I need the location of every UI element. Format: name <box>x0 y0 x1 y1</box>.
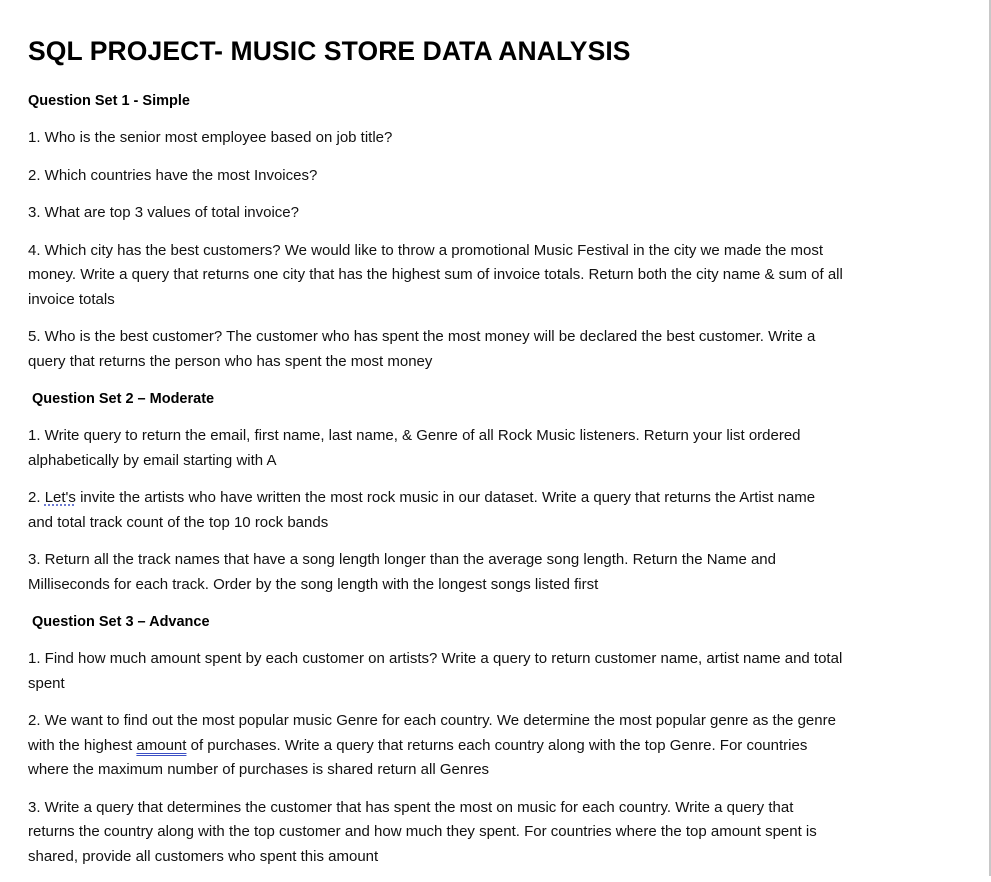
line: 3. Write a query that determines the cus… <box>28 798 794 816</box>
line: 3. What are top 3 values of total invoic… <box>28 204 299 221</box>
line: 1. Write query to return the email, firs… <box>28 427 801 444</box>
set1-question-5: 5. Who is the best customer? The custome… <box>28 325 968 374</box>
set3-question-3: 3. Write a query that determines the cus… <box>28 796 968 870</box>
line: and total track count of the top 10 rock… <box>28 513 329 531</box>
line: 1. Who is the senior most employee based… <box>28 129 393 146</box>
line: 2. We want to find out the most popular … <box>28 712 836 729</box>
line: 4. Which city has the best customers? We… <box>28 241 824 259</box>
line: where the maximum number of purchases is… <box>28 761 490 778</box>
grammar-flagged-word[interactable]: amount <box>136 737 186 754</box>
line: shared, provide all customers who spent … <box>28 847 379 865</box>
line: Milliseconds for each track. Order by th… <box>28 575 599 593</box>
set1-question-4: 4. Which city has the best customers? We… <box>28 239 968 313</box>
text: with the highest <box>28 736 137 754</box>
document-page: SQL PROJECT- MUSIC STORE DATA ANALYSIS Q… <box>0 0 991 876</box>
set2-question-3: 3. Return all the track names that have … <box>28 548 968 597</box>
set3-heading: Question Set 3 – Advance <box>32 614 210 630</box>
line: query that returns the person who has sp… <box>28 352 433 370</box>
line: 3. Return all the track names that have … <box>28 551 776 568</box>
text: of purchases. Write a query that returns… <box>186 736 808 754</box>
line: alphabetically by email starting with A <box>28 451 277 469</box>
set2-question-2: 2. Let's invite the artists who have wri… <box>28 486 968 535</box>
set1-question-2: 2. Which countries have the most Invoice… <box>28 164 968 189</box>
set2-question-1: 1. Write query to return the email, firs… <box>28 424 968 473</box>
set1-question-1: 1. Who is the senior most employee based… <box>28 126 968 151</box>
line: money. Write a query that returns one ci… <box>28 266 843 283</box>
line: 5. Who is the best customer? The custome… <box>28 328 816 345</box>
line: returns the country along with the top c… <box>28 823 817 840</box>
document-body: SQL PROJECT- MUSIC STORE DATA ANALYSIS Q… <box>28 31 968 882</box>
text: 2. <box>28 489 45 506</box>
set1-heading: Question Set 1 - Simple <box>28 93 190 109</box>
set3-question-2: 2. We want to find out the most popular … <box>28 709 968 783</box>
line: spent <box>28 674 65 692</box>
set2-heading: Question Set 2 – Moderate <box>32 391 215 407</box>
line: 2. Let's invite the artists who have wri… <box>28 486 968 511</box>
line: 1. Find how much amount spent by each cu… <box>28 650 843 667</box>
set3-question-1: 1. Find how much amount spent by each cu… <box>28 647 968 696</box>
spelling-flagged-word[interactable]: Let's <box>45 489 76 506</box>
line: invoice totals <box>28 290 115 308</box>
set1-question-3: 3. What are top 3 values of total invoic… <box>28 201 968 226</box>
text: invite the artists who have written the … <box>75 489 816 506</box>
line: with the highest amount of purchases. Wr… <box>28 734 968 759</box>
document-title: SQL PROJECT- MUSIC STORE DATA ANALYSIS <box>28 36 631 66</box>
line: 2. Which countries have the most Invoice… <box>28 166 318 184</box>
